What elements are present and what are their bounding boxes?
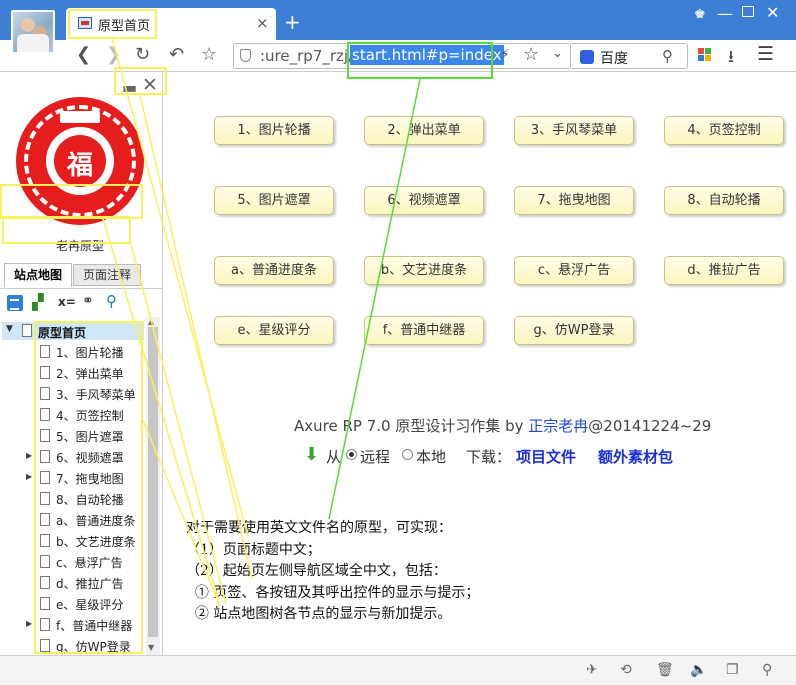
search-engine-logo-icon	[580, 50, 594, 64]
tab-page-notes[interactable]: 页面注释	[73, 264, 141, 286]
tab-close-icon[interactable]: ×	[256, 14, 269, 32]
favorite-star-icon[interactable]: ☆	[523, 44, 539, 65]
refresh-icon[interactable]: ↻	[135, 44, 150, 66]
search-icon[interactable]: ⚲	[662, 47, 673, 65]
nav-button[interactable]: d、推拉广告	[664, 256, 784, 285]
trash-icon[interactable]: 🗑	[656, 662, 674, 678]
back-icon[interactable]: ❮	[76, 44, 91, 66]
sitemap-toolbar: ▞ x= ⚭ ⚲	[0, 288, 163, 316]
nav-button[interactable]: g、仿WP登录	[514, 316, 634, 345]
nav-button[interactable]: 8、自动轮播	[664, 186, 784, 215]
scroll-down-icon[interactable]: ▼	[148, 643, 154, 652]
nav-button[interactable]: e、星级评分	[214, 316, 334, 345]
project-files-link[interactable]: 项目文件	[516, 446, 576, 467]
window-close-icon[interactable]: ✕	[766, 3, 779, 22]
page-icon	[22, 324, 32, 337]
forward-icon[interactable]: ❯	[106, 44, 121, 66]
source-from-label: 从	[326, 448, 342, 466]
link-icon[interactable]: ⚭	[82, 293, 94, 309]
source-remote-label: 远程	[360, 448, 391, 466]
credit-author-link[interactable]: 正宗老冉	[528, 417, 588, 435]
search-icon[interactable]: ⚲	[106, 292, 117, 310]
radio-local[interactable]	[402, 449, 413, 460]
annotation-box-panel-controls	[114, 67, 167, 95]
notes-line: ② 站点地图树各节点的显示与新加提示。	[186, 606, 452, 622]
nav-button[interactable]: 7、拖曳地图	[514, 186, 634, 215]
nav-button[interactable]: 2、弹出菜单	[364, 116, 484, 145]
notes-line: ① 页签、各按钮及其呼出控件的显示与提示；	[186, 584, 480, 601]
search-box[interactable]: 百度 ⚲	[572, 43, 688, 69]
nav-button[interactable]: 1、图片轮播	[214, 116, 334, 145]
notes-line: 对于需要使用英文文件名的原型，可实现：	[186, 520, 452, 536]
window-icon[interactable]: ❐	[726, 662, 739, 678]
collapse-icon[interactable]: ▼	[6, 324, 13, 334]
menu-icon[interactable]: ☰	[757, 43, 774, 65]
tree-scrollbar[interactable]: ▲ ▼	[146, 317, 160, 655]
nav-button[interactable]: a、普通进度条	[214, 256, 334, 285]
skin-icon[interactable]: ♚	[694, 7, 706, 22]
volume-icon[interactable]: 🔈	[690, 662, 707, 678]
logo-character: 福	[66, 151, 93, 181]
notes-line: （1）页面标题中文；	[186, 541, 321, 558]
notes-line: （2）起始页左侧导航区域全中文，包括：	[186, 563, 447, 579]
highlight-interactive-icon[interactable]: ▞	[32, 293, 44, 311]
apps-grid-icon[interactable]	[698, 48, 712, 62]
user-avatar[interactable]	[11, 10, 55, 54]
nav-button[interactable]: 5、图片遮罩	[214, 186, 334, 215]
panel-tabs: 站点地图 页面注释	[0, 256, 163, 288]
expand-icon[interactable]: ▶	[26, 472, 32, 481]
pin-icon[interactable]: ✈	[586, 662, 598, 678]
nav-button[interactable]: 6、视频遮罩	[364, 186, 484, 215]
notes-text: 对于需要使用英文文件名的原型，可实现： （1）页面标题中文； （2）起始页左侧导航区…	[186, 518, 479, 626]
radio-remote[interactable]	[346, 449, 357, 460]
extra-assets-link[interactable]: 额外素材包	[598, 446, 673, 467]
nav-button[interactable]: 3、手风琴菜单	[514, 116, 634, 145]
page-list-icon[interactable]	[7, 295, 23, 311]
nav-button[interactable]: b、文艺进度条	[364, 256, 484, 285]
nav-button[interactable]: 4、页签控制	[664, 116, 784, 145]
bookmark-star-icon[interactable]: ☆	[201, 44, 217, 66]
scroll-up-icon[interactable]: ▲	[148, 317, 154, 326]
status-bar: ✈ ⟲ 🗑 🔈 ❐ ⚲	[0, 655, 796, 685]
down-arrow-icon: ⬇	[304, 444, 320, 465]
credit-suffix: @20141224~29	[588, 417, 712, 435]
annotation-box-url	[347, 42, 493, 79]
download-label: 下载：	[466, 448, 512, 466]
annotation-box-panel-tabs	[0, 184, 143, 219]
credit-prefix: Axure RP 7.0 原型设计习作集 by	[294, 417, 529, 435]
credit-line: Axure RP 7.0 原型设计习作集 by 正宗老冉@20141224~29	[294, 415, 711, 436]
window-minimize-icon[interactable]: —	[717, 4, 733, 23]
expand-icon[interactable]: ▶	[26, 451, 32, 460]
restore-icon[interactable]: ⟲	[620, 662, 632, 678]
source-local-label: 本地	[416, 448, 447, 466]
window-maximize-icon[interactable]	[742, 6, 754, 17]
speed-mode-icon[interactable]: ⚡	[500, 47, 510, 63]
expand-icon[interactable]: ▶	[26, 619, 32, 628]
variables-icon[interactable]: x=	[58, 295, 76, 309]
tab-sitemap[interactable]: 站点地图	[4, 263, 72, 287]
search-engine-label: 百度	[600, 51, 628, 67]
undo-close-icon[interactable]: ↶	[169, 44, 184, 66]
new-tab-icon[interactable]: +	[284, 10, 301, 34]
url-prefix: :ure_rp7_rzj/	[260, 47, 354, 65]
annotation-box-tree-nodes	[34, 321, 143, 654]
chevron-down-icon[interactable]: ⌄	[552, 46, 563, 61]
security-shield-icon	[240, 49, 251, 62]
scrollbar-thumb[interactable]	[148, 327, 158, 637]
annotation-box-sitemap-tools	[2, 216, 131, 244]
nav-button[interactable]: f、普通中继器	[364, 316, 484, 345]
zoom-icon[interactable]: ⚲	[762, 662, 772, 678]
main-content: 1、图片轮播 2、弹出菜单 3、手风琴菜单 4、页签控制 5、图片遮罩 6、视频遮罩 7、拖…	[164, 73, 796, 655]
nav-button[interactable]: c、悬浮广告	[514, 256, 634, 285]
annotation-box-tab-title	[68, 9, 157, 39]
download-icon[interactable]: ⭳	[728, 44, 734, 73]
